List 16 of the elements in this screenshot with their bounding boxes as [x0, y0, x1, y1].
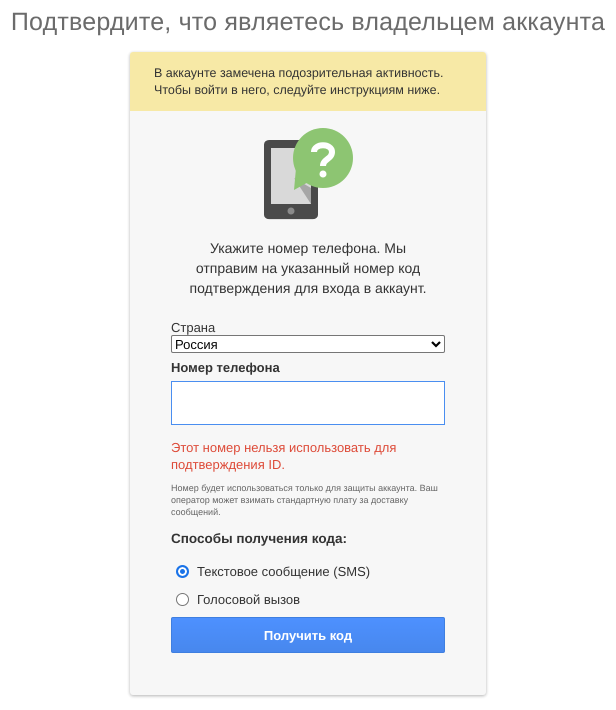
phone-input-field[interactable] [171, 381, 445, 425]
radio-button[interactable] [176, 593, 189, 606]
error-message: Этот номер нельзя использовать для подтверждения ID. [171, 439, 398, 473]
phone-label: Номер телефона [171, 360, 280, 375]
warning-banner: В аккаунте замечена подозрительная активность. Чтобы войти в него, следуйте инструкциям ниже. [130, 52, 486, 111]
methods-heading: Способы получения кода: [171, 531, 347, 546]
page-title: Подтвердите, что являетесь владельцем аккаунта [10, 8, 606, 37]
instructions-text: Укажите номер телефона. Мы отправим на указанный номер код подтверждения для входа в аккаунт. [188, 239, 428, 298]
radio-button[interactable] [176, 565, 189, 578]
chevron-down-icon [431, 340, 441, 348]
country-label: Страна [171, 320, 216, 335]
phone-question-icon [264, 128, 354, 222]
note-text: Номер будет использоваться только для защиты аккаунта. Ваш оператор может взимать стандартную плату за доставку сообщений. [171, 482, 439, 518]
country-select[interactable]: Россия [171, 335, 445, 353]
radio-label[interactable]: Текстовое сообщение (SMS) [197, 564, 370, 579]
radio-label[interactable]: Голосовой вызов [197, 592, 300, 607]
